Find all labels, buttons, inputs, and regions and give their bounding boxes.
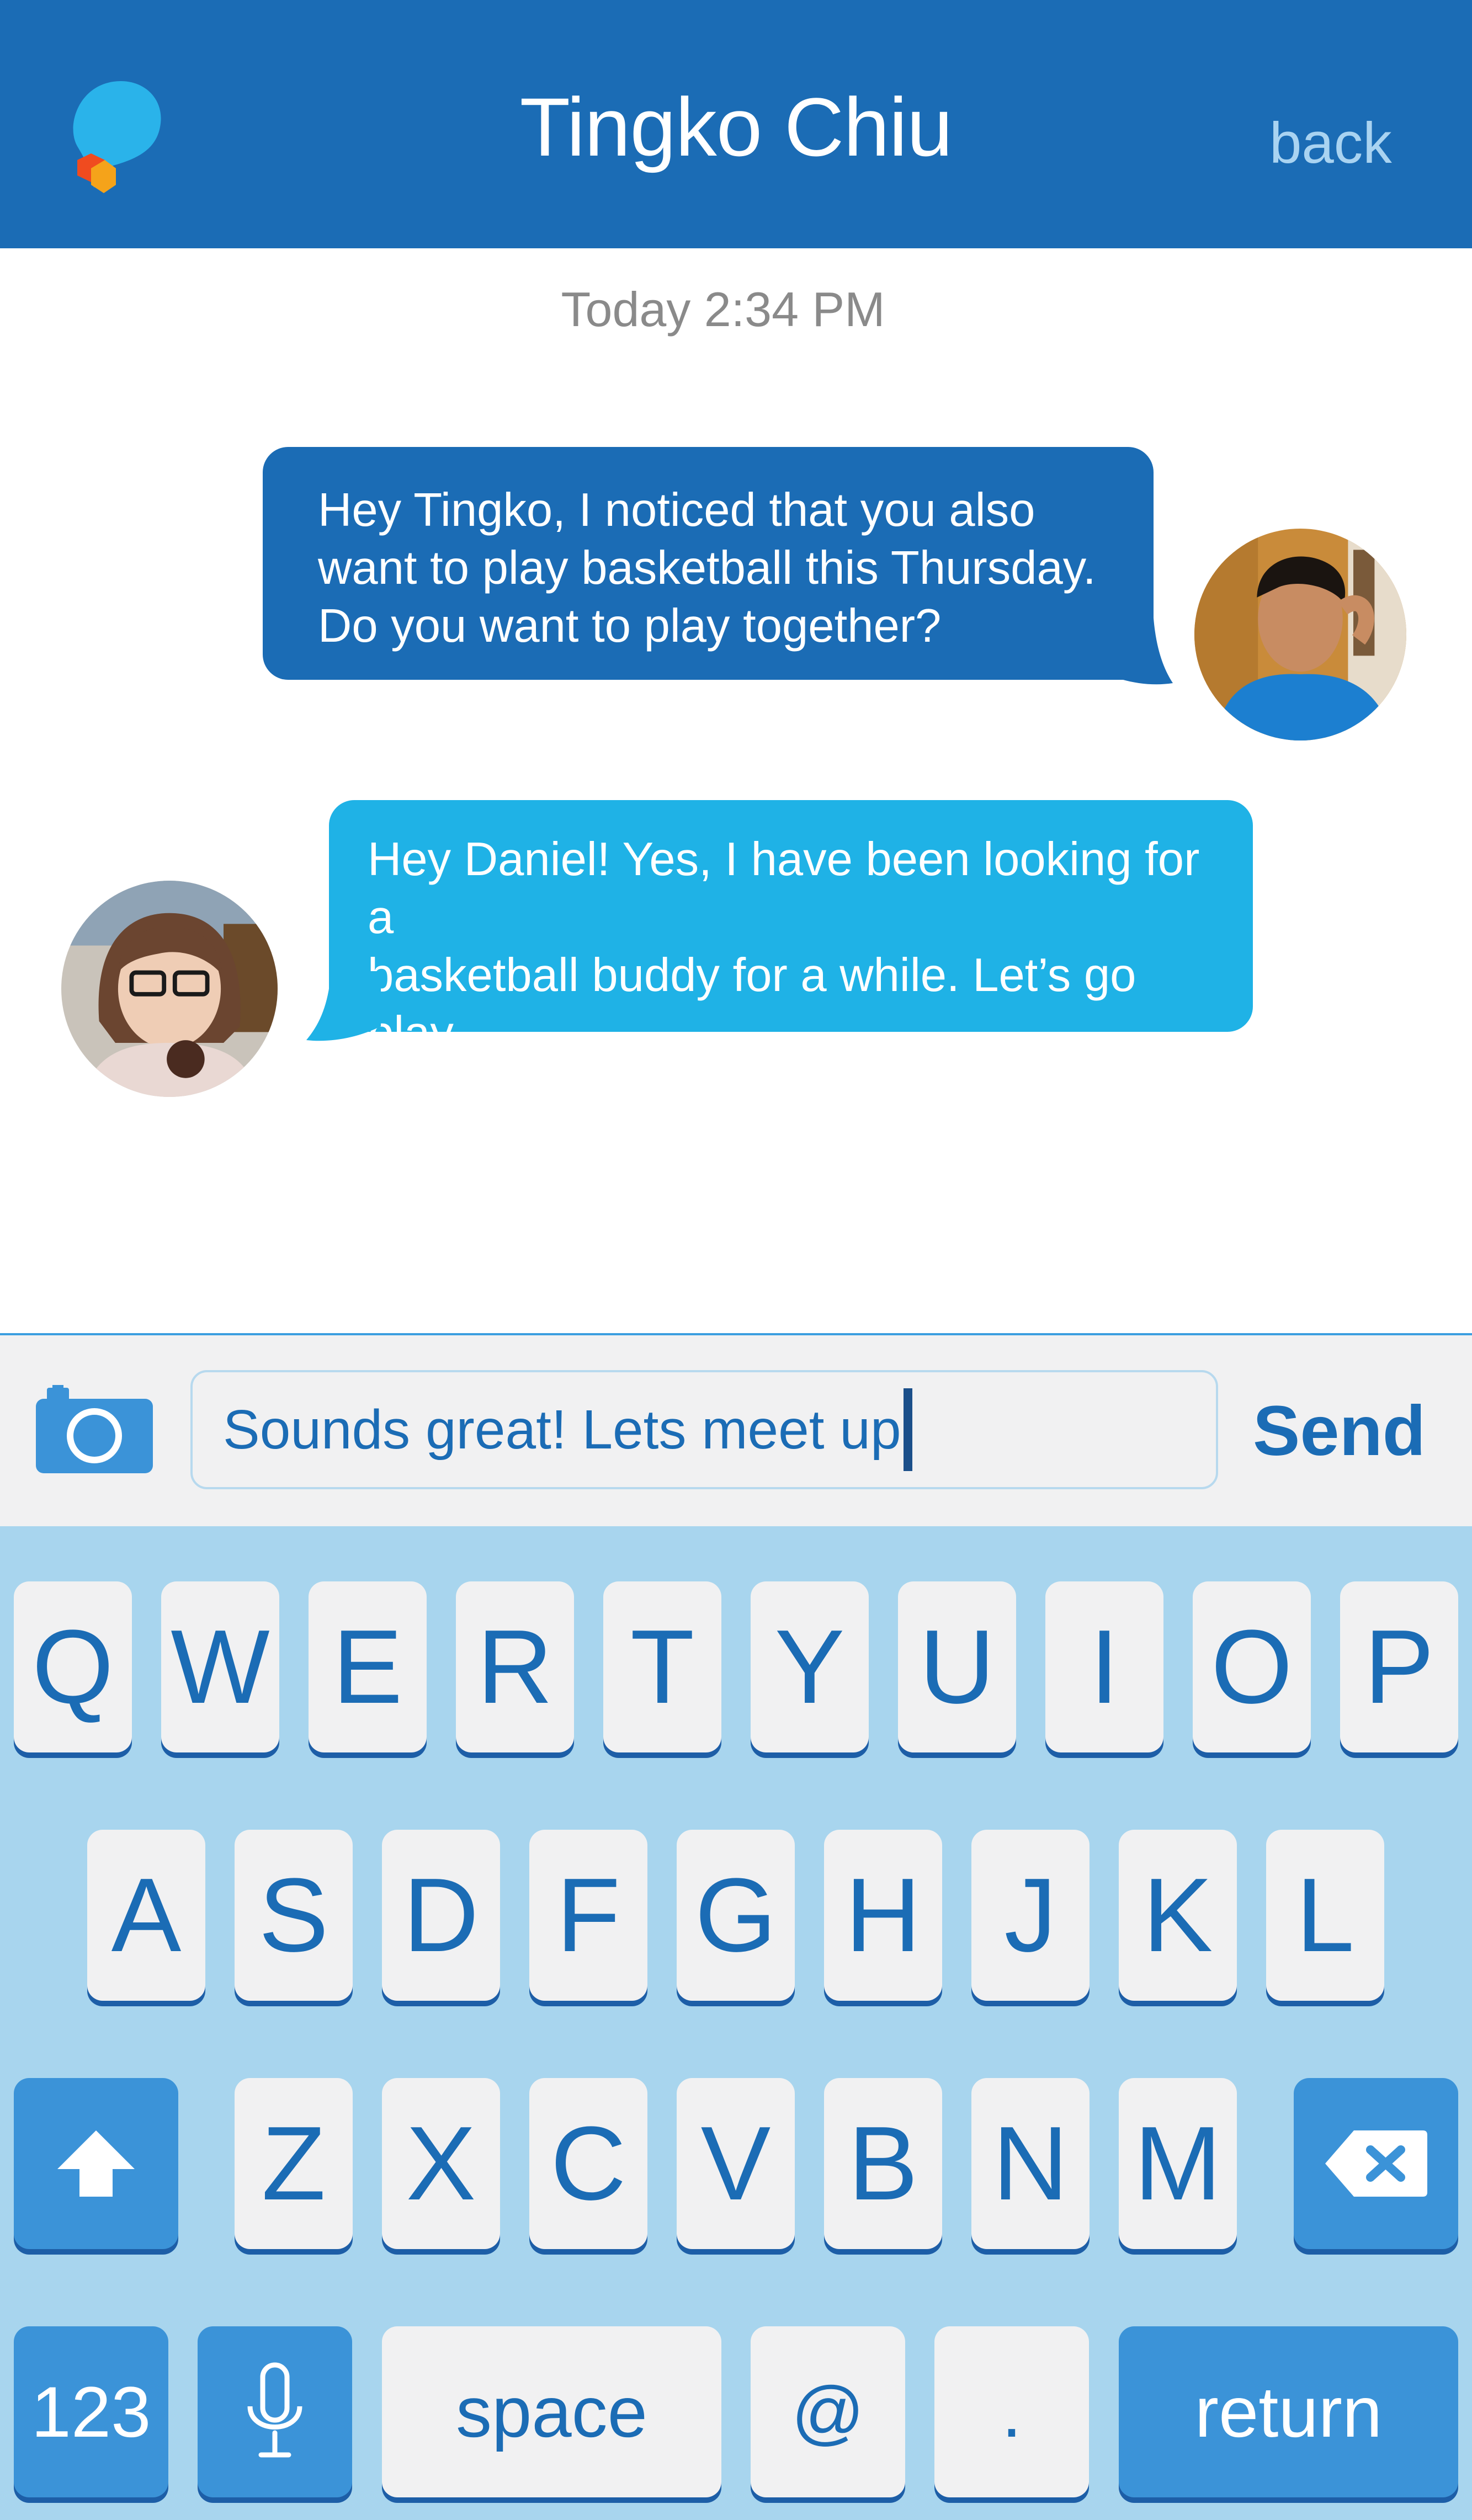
key-b[interactable]: B [824,2078,942,2249]
key-t[interactable]: T [603,1581,721,1752]
key-q[interactable]: Q [14,1581,132,1752]
conversation-title: Tingko Chiu [519,80,953,173]
key-y[interactable]: Y [751,1581,869,1752]
key-o[interactable]: O [1193,1581,1311,1752]
message-line: this Thursday at Green Lake? [368,1065,985,1117]
key-f[interactable]: F [529,1830,647,2001]
at-key[interactable]: @ [751,2326,905,2497]
back-button[interactable]: back [1269,110,1392,177]
shift-key[interactable] [14,2078,178,2249]
avatar-tingko[interactable] [58,877,281,1100]
text-caret [903,1388,912,1471]
key-u[interactable]: U [898,1581,1016,1752]
key-x[interactable]: X [382,2078,500,2249]
key-r[interactable]: R [456,1581,574,1752]
message-bubble-incoming: Hey Daniel! Yes, I have been looking for… [329,800,1253,1117]
key-v[interactable]: V [677,2078,795,2249]
camera-icon[interactable] [36,1385,153,1473]
bubble-tail-outgoing [1098,618,1173,685]
key-s[interactable]: S [235,1830,353,2001]
key-w[interactable]: W [161,1581,279,1752]
key-i[interactable]: I [1045,1581,1163,1752]
microphone-key[interactable] [198,2326,352,2497]
period-key[interactable]: . [934,2326,1089,2497]
key-k[interactable]: K [1119,1830,1237,2001]
key-c[interactable]: C [529,2078,647,2249]
key-p[interactable]: P [1340,1581,1458,1752]
backspace-key[interactable] [1294,2078,1458,2249]
key-j[interactable]: J [971,1830,1090,2001]
message-input[interactable]: Sounds great! Lets meet up [190,1370,1218,1489]
message-timestamp: Today 2:34 PM [561,282,885,337]
key-n[interactable]: N [971,2078,1090,2249]
key-d[interactable]: D [382,1830,500,2001]
key-h[interactable]: H [824,1830,942,2001]
space-key[interactable]: space [382,2326,721,2497]
key-e[interactable]: E [309,1581,427,1752]
key-l[interactable]: L [1266,1830,1384,2001]
keyboard: Q W E R T Y U I O P A S D F G H J K L Z … [0,1526,1472,2520]
return-key[interactable]: return [1119,2326,1458,2497]
backspace-icon [1325,2130,1427,2197]
shift-arrow-icon [57,2130,135,2197]
message-line: Hey Daniel! Yes, I have been looking for… [368,833,1200,944]
send-button[interactable]: Send [1253,1390,1426,1472]
message-line: Hey Tingko, I noticed that you also [318,484,1035,536]
microphone-icon [247,2362,302,2458]
message-bubble-outgoing: Hey Tingko, I noticed that you also want… [263,447,1154,680]
message-line: want to play basketball this Thursday. [318,542,1096,594]
message-line: basketball buddy for a while. Let’s go p… [368,949,1136,1059]
bubble-tail-incoming [306,971,381,1041]
message-input-value: Sounds great! Lets meet up [223,1398,901,1461]
avatar-daniel[interactable] [1191,525,1410,744]
key-a[interactable]: A [87,1830,205,2001]
numbers-key[interactable]: 123 [14,2326,168,2497]
key-g[interactable]: G [677,1830,795,2001]
key-z[interactable]: Z [235,2078,353,2249]
message-line: Do you want to play together? [318,600,942,652]
key-m[interactable]: M [1119,2078,1237,2249]
